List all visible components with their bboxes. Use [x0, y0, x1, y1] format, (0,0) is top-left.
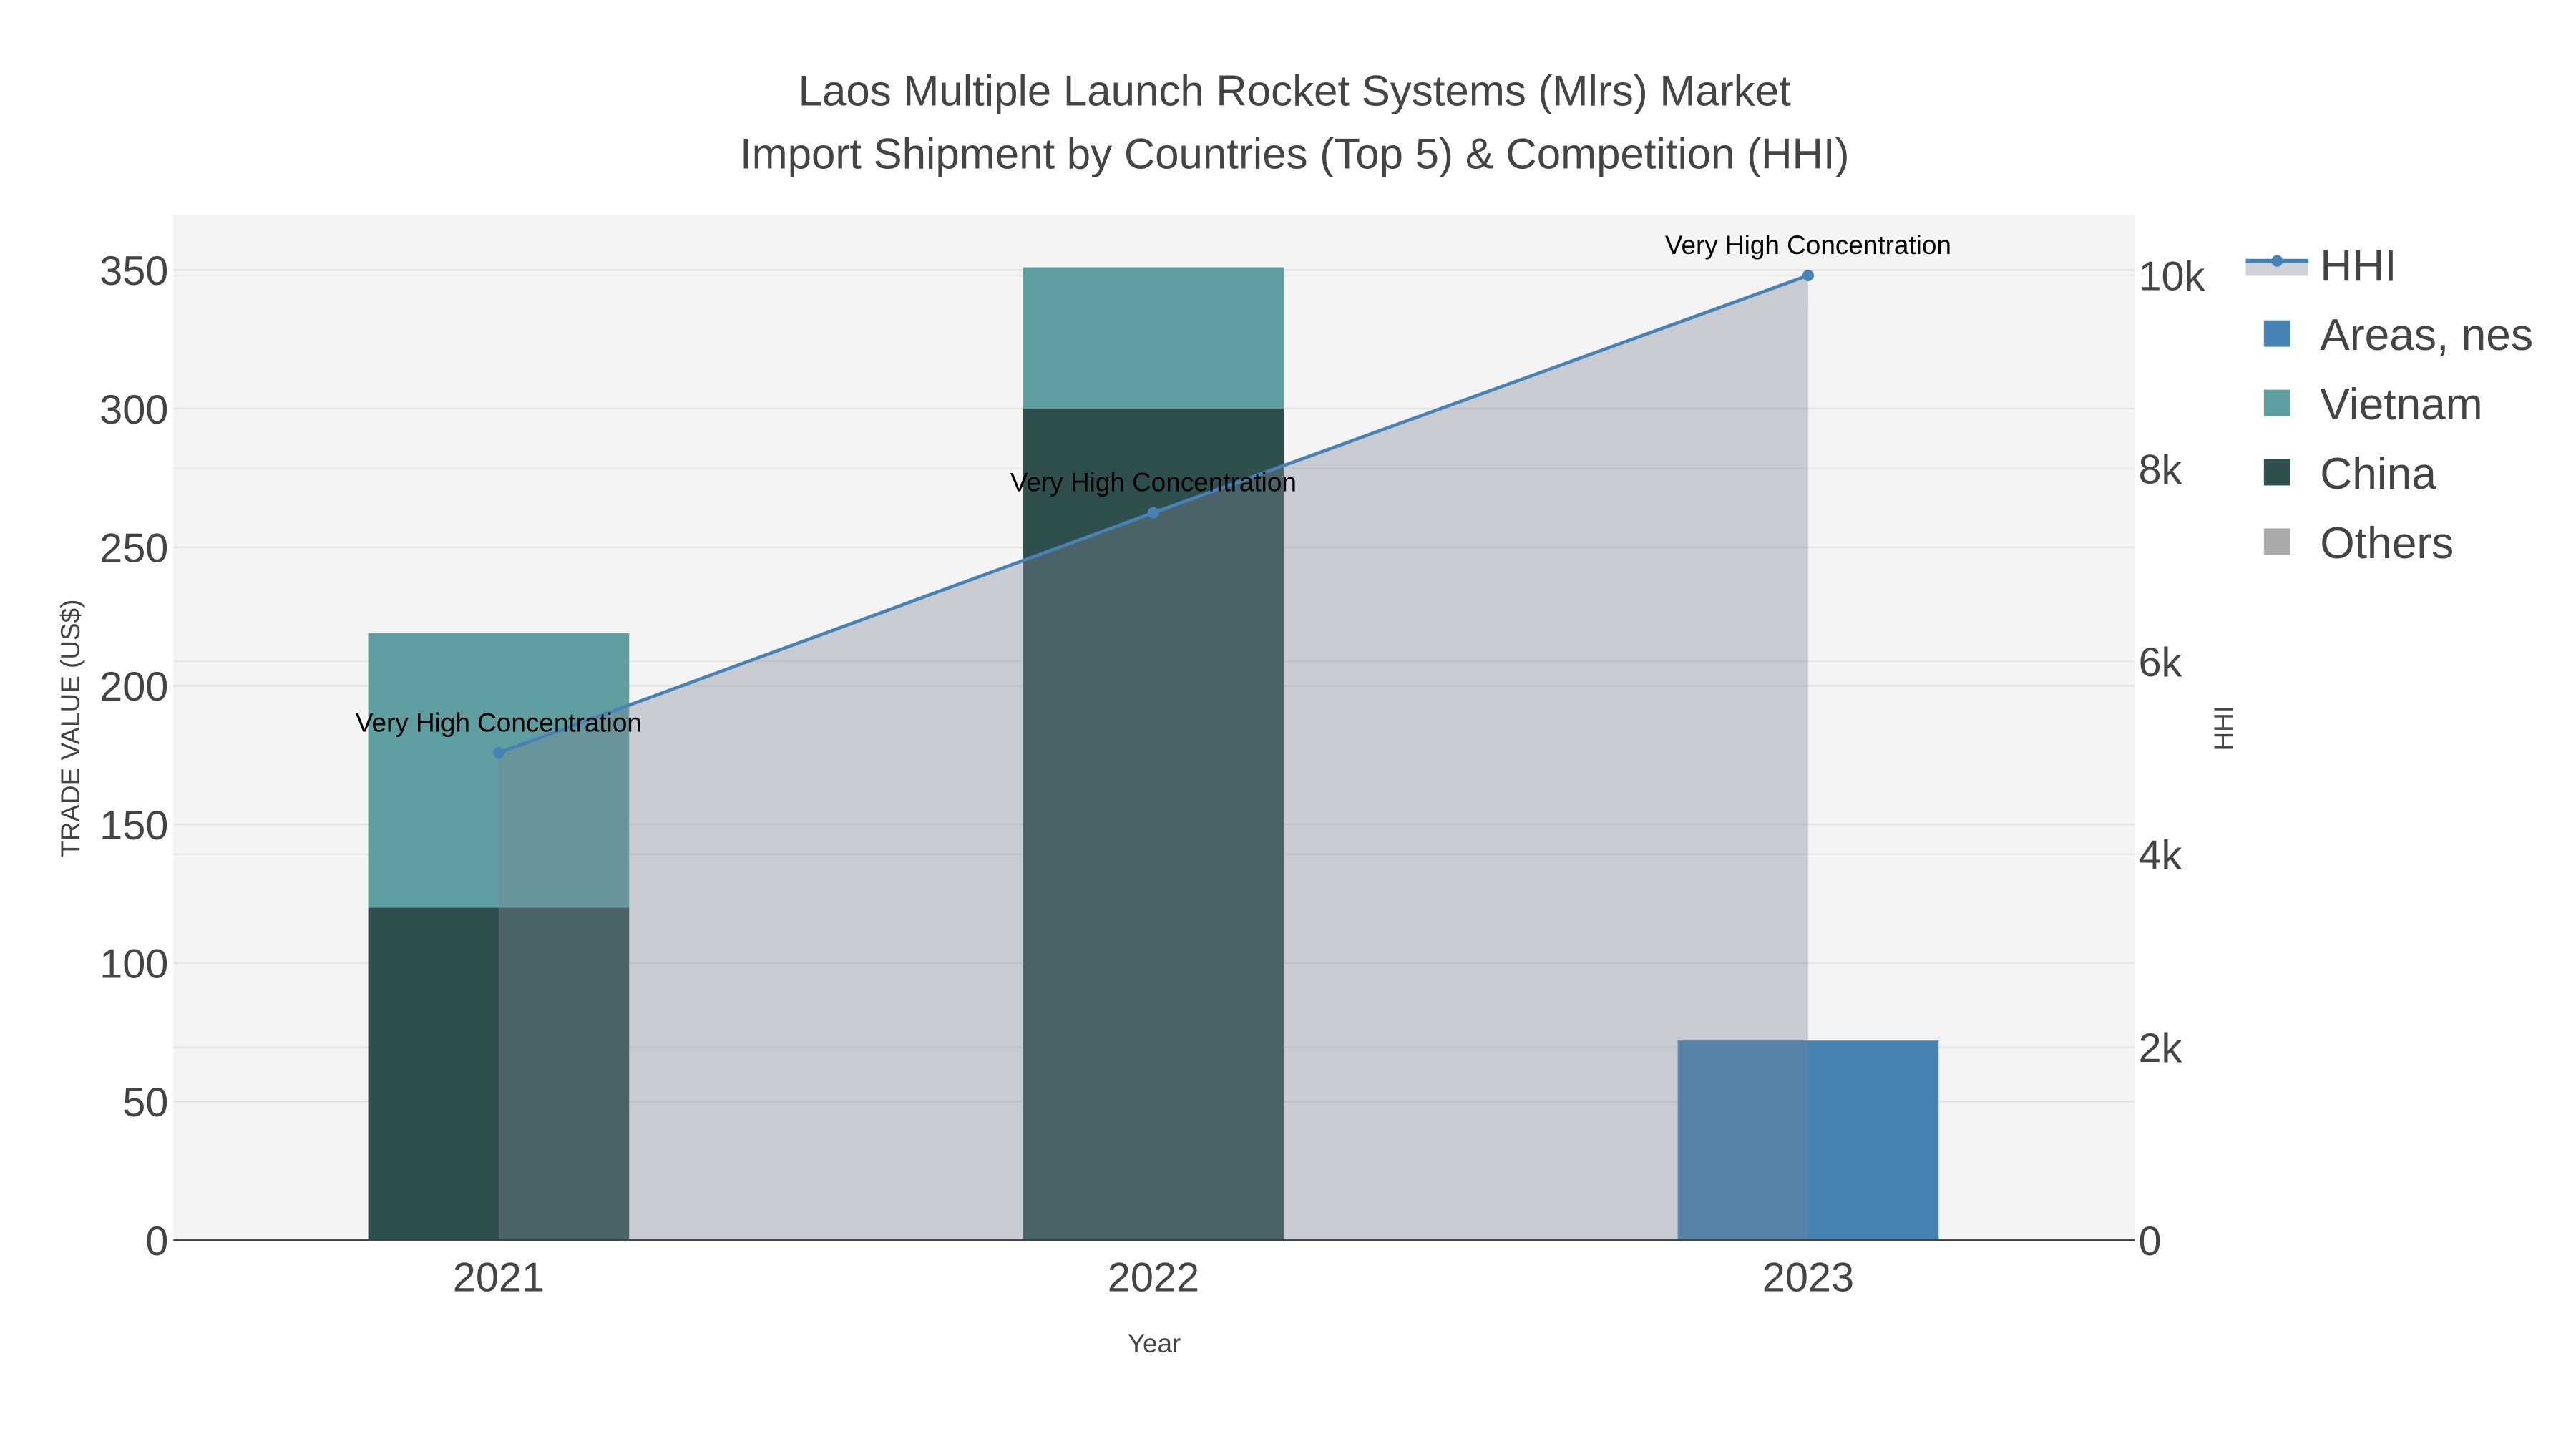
y-tick-label: 200 [99, 664, 168, 710]
y2-tick-label: 2k [2138, 1025, 2182, 1071]
chart-title-line-2: Import Shipment by Countries (Top 5) & C… [740, 130, 1850, 177]
x-tick-label: 2022 [1108, 1255, 1199, 1301]
legend-swatch-vietnam [2263, 389, 2290, 416]
legend: HHI Areas, nes Vietnam China Others [2245, 241, 2533, 568]
legend-label: Vietnam [2320, 380, 2482, 429]
y-tick-label: 150 [99, 803, 168, 849]
hhi-point-2023 [1802, 269, 1814, 282]
y-tick-label: 100 [99, 942, 168, 987]
y-tick-label: 300 [99, 387, 168, 433]
legend-label: Others [2320, 519, 2454, 568]
hhi-annotation: Very High Concentration [356, 708, 642, 737]
hhi-point-2021 [492, 747, 504, 759]
chart-title-line-1: Laos Multiple Launch Rocket Systems (Mlr… [799, 67, 1791, 115]
y2-tick-label: 0 [2138, 1219, 2161, 1264]
y2-tick-label: 10k [2138, 254, 2205, 300]
bar-vietnam-2022 [1023, 267, 1284, 409]
x-tick-label: 2023 [1762, 1255, 1854, 1301]
y2-axis-title: HHI [2209, 706, 2238, 751]
y-tick-label: 250 [99, 526, 168, 572]
legend-swatch-others [2263, 528, 2290, 555]
legend-label: Areas, nes [2320, 311, 2533, 360]
legend-label: China [2320, 449, 2436, 499]
legend-swatch-china [2263, 459, 2290, 486]
hhi-annotation: Very High Concentration [1010, 468, 1297, 497]
legend-hhi-marker [2271, 255, 2283, 267]
y2-tick-label: 8k [2138, 447, 2182, 492]
y2-tick-label: 4k [2138, 833, 2182, 879]
y-axis-title: TRADE VALUE (US$) [56, 600, 85, 857]
x-axis-title: Year [1128, 1329, 1181, 1358]
y2-tick-label: 6k [2138, 640, 2182, 686]
hhi-point-2022 [1147, 507, 1159, 519]
y-tick-label: 50 [122, 1080, 168, 1126]
y-tick-label: 350 [99, 248, 168, 294]
legend-label: HHI [2320, 241, 2396, 291]
y-tick-label: 0 [145, 1219, 168, 1264]
chart: Very High Concentration Very High Concent… [56, 67, 2533, 1358]
hhi-annotation: Very High Concentration [1665, 230, 1951, 260]
x-tick-label: 2021 [453, 1255, 545, 1301]
legend-swatch-areas-nes [2263, 320, 2290, 347]
